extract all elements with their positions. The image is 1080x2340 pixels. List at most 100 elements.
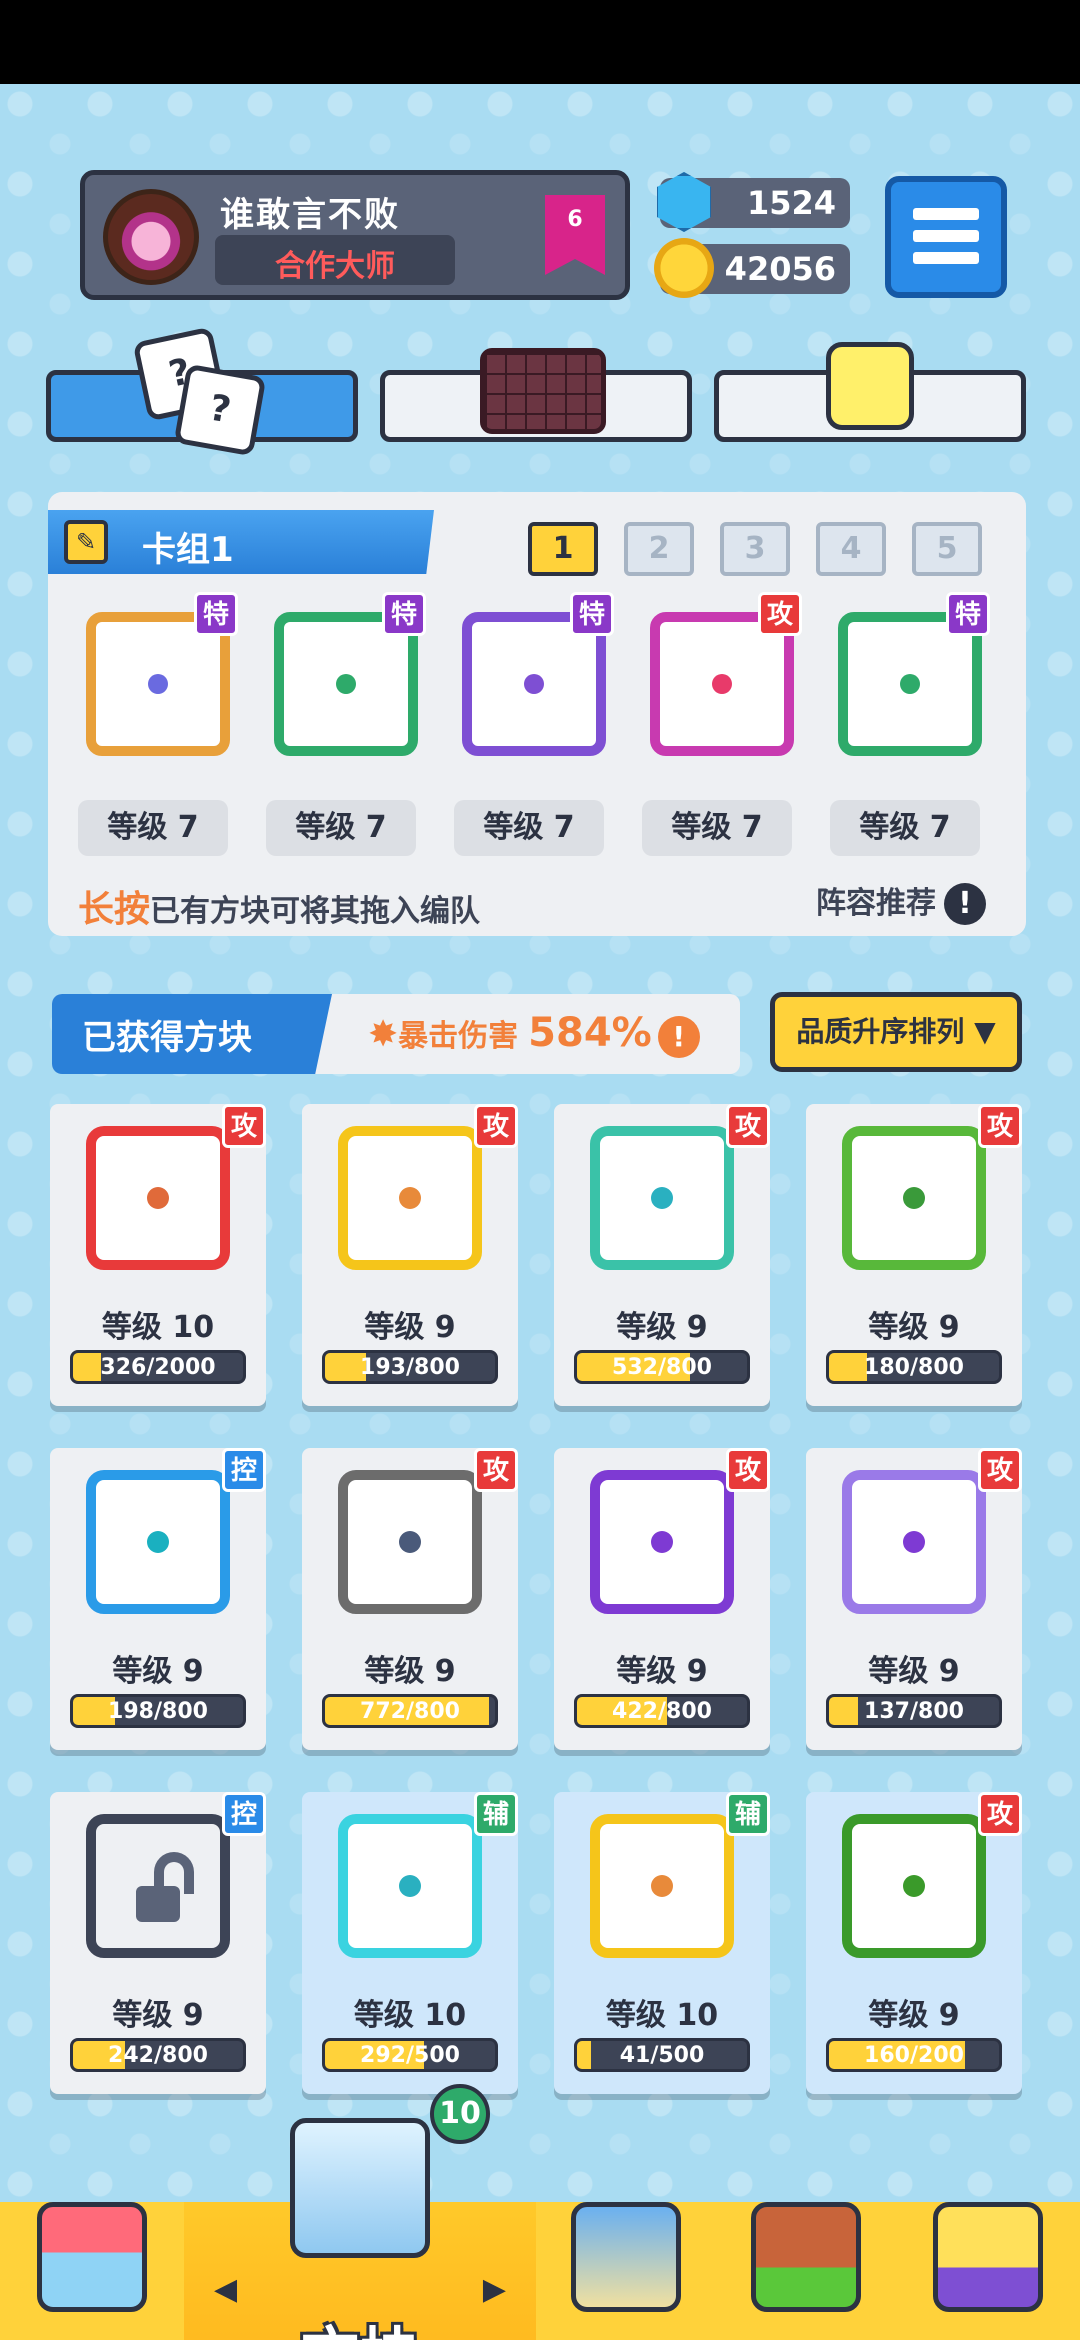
pencil-edit-icon[interactable]: ✎ xyxy=(64,520,108,564)
block-type-tag: 攻 xyxy=(978,1104,1022,1148)
deck-card[interactable]: 攻等级 7 xyxy=(642,592,802,856)
nav-blocks[interactable]: ◀ ▶ 方块 xyxy=(184,2118,536,2340)
menu-bar-icon xyxy=(913,252,979,264)
lineup-recommend-button[interactable]: 阵容推荐! xyxy=(816,878,986,925)
crit-label: 暴击伤害 xyxy=(398,1019,519,1054)
deck-card[interactable]: 特等级 7 xyxy=(830,592,990,856)
block-dot-icon xyxy=(900,674,920,694)
nav-challenge[interactable]: 挑战 xyxy=(716,2202,896,2340)
block-frame xyxy=(86,1470,230,1614)
deck-page-button[interactable]: 5 xyxy=(912,522,982,576)
block-card[interactable]: 攻等级 9 422/800 xyxy=(554,1448,770,1750)
info-icon[interactable]: ! xyxy=(657,1016,700,1058)
block-card[interactable]: 控等级 9 242/800 xyxy=(50,1792,266,2094)
block-level: 等级 9 xyxy=(616,1310,708,1345)
progress-text: 41/500 xyxy=(619,2043,705,2068)
block-frame xyxy=(86,1814,230,1958)
menu-button[interactable] xyxy=(885,176,1007,298)
crit-value: 584% xyxy=(528,1010,652,1056)
deck-page-button[interactable]: 2 xyxy=(624,522,694,576)
block-frame xyxy=(590,1814,734,1958)
progress-text: 198/800 xyxy=(108,1699,208,1724)
block-card[interactable]: 攻等级 9 137/800 xyxy=(806,1448,1022,1750)
block-dot-icon xyxy=(903,1875,925,1897)
blocks-level-badge: 10 xyxy=(430,2084,490,2144)
rank-value: 6 xyxy=(567,207,583,232)
block-level: 等级 9 xyxy=(616,1654,708,1689)
menu-bar-icon xyxy=(913,208,979,220)
deck-card-tag: 特 xyxy=(946,592,990,636)
block-frame xyxy=(86,1126,230,1270)
deck-panel: ✎ 卡组1 1 2 3 4 5 特等级 7 特等级 7 特等级 7 攻等级 7 特等级 … xyxy=(48,492,1026,936)
block-card[interactable]: 攻等级 9 193/800 xyxy=(302,1104,518,1406)
nav-friends[interactable]: 好友 xyxy=(896,2202,1080,2340)
nav-left-arrow-icon[interactable]: ◀ xyxy=(214,2272,237,2307)
hint-highlight: 长按 xyxy=(78,889,151,930)
block-card[interactable]: 攻等级 9 532/800 xyxy=(554,1104,770,1406)
block-card[interactable]: 控等级 9 198/800 xyxy=(50,1448,266,1750)
block-level: 等级 9 xyxy=(868,1998,960,2033)
block-level: 等级 9 xyxy=(868,1310,960,1345)
burst-icon: ✸ xyxy=(368,1014,399,1055)
block-dot-icon xyxy=(336,674,356,694)
obtained-label: 已获得方块 xyxy=(82,1018,252,1058)
block-card[interactable]: 攻等级 9 180/800 xyxy=(806,1104,1022,1406)
deck-card[interactable]: 特等级 7 xyxy=(78,592,238,856)
deck-card-level: 等级 7 xyxy=(78,800,228,856)
block-card[interactable]: 攻等级 9 772/800 xyxy=(302,1448,518,1750)
exclamation-icon: ! xyxy=(944,883,986,925)
nav-shop[interactable]: 商店 xyxy=(0,2202,184,2340)
block-level: 等级 9 xyxy=(364,1310,456,1345)
progress-text: 532/800 xyxy=(612,1355,712,1380)
shop-stall-icon xyxy=(37,2202,147,2312)
block-level: 等级 9 xyxy=(868,1654,960,1689)
block-dot-icon xyxy=(651,1531,673,1553)
deck-page-button[interactable]: 4 xyxy=(816,522,886,576)
progress-text: 160/200 xyxy=(864,2043,964,2068)
sort-quality-button[interactable]: 品质升序排列 ▼ xyxy=(770,992,1022,1072)
coin-value: 42056 xyxy=(724,250,836,288)
sword-shield-icon xyxy=(571,2202,681,2312)
deck-card-tag: 攻 xyxy=(758,592,802,636)
nav-right-arrow-icon[interactable]: ▶ xyxy=(483,2272,506,2307)
block-level: 等级 10 xyxy=(101,1310,215,1345)
block-card[interactable]: 辅等级 10 41/500 xyxy=(554,1792,770,2094)
block-level: 等级 9 xyxy=(112,1998,204,2033)
block-progress-bar: 137/800 xyxy=(826,1694,1002,1728)
deck-card[interactable]: 特等级 7 xyxy=(266,592,426,856)
deck-card-tag: 特 xyxy=(570,592,614,636)
block-progress-bar: 41/500 xyxy=(574,2038,750,2072)
player-name: 谁敢言不败 xyxy=(220,195,400,235)
game-screen: 谁敢言不败 合作大师 6 1524 42056 ? ? ✎ 卡组1 1 2 3 xyxy=(0,84,1080,2340)
block-dot-icon xyxy=(147,1531,169,1553)
block-progress-bar: 326/2000 xyxy=(70,1350,246,1384)
nav-battle[interactable]: 战斗 xyxy=(536,2202,716,2340)
nav-shop-label: 商店 xyxy=(0,2330,184,2340)
deck-card-tag: 特 xyxy=(382,592,426,636)
block-progress-bar: 772/800 xyxy=(322,1694,498,1728)
block-progress-bar: 242/800 xyxy=(70,2038,246,2072)
block-dot-icon xyxy=(148,674,168,694)
deck-card[interactable]: 特等级 7 xyxy=(454,592,614,856)
progress-text: 242/800 xyxy=(108,2043,208,2068)
obtained-header: 已获得方块 ✸暴击伤害 584%! xyxy=(52,994,740,1074)
block-progress-bar: 292/500 xyxy=(322,2038,498,2072)
deck-page-button[interactable]: 1 xyxy=(528,522,598,576)
block-card[interactable]: 攻等级 10 326/2000 xyxy=(50,1104,266,1406)
block-card[interactable]: 辅等级 10 292/500 xyxy=(302,1792,518,2094)
block-dot-icon xyxy=(524,674,544,694)
deck-page-button[interactable]: 3 xyxy=(720,522,790,576)
player-title-bar: 合作大师 xyxy=(215,235,455,285)
block-type-tag: 攻 xyxy=(474,1448,518,1492)
block-progress-bar: 422/800 xyxy=(574,1694,750,1728)
obtained-label-bg: 已获得方块 xyxy=(52,994,332,1074)
block-frame xyxy=(338,1814,482,1958)
progress-text: 137/800 xyxy=(864,1699,964,1724)
deck-card-level: 等级 7 xyxy=(642,800,792,856)
block-card[interactable]: 攻等级 9 160/200 xyxy=(806,1792,1022,2094)
bottom-nav: 商店 ◀ ▶ 方块 战斗 挑战 好友 xyxy=(0,2118,1080,2340)
block-type-tag: 攻 xyxy=(726,1104,770,1148)
player-profile-card[interactable]: 谁敢言不败 合作大师 6 xyxy=(80,170,630,300)
block-level: 等级 10 xyxy=(353,1998,467,2033)
block-frame xyxy=(842,1814,986,1958)
